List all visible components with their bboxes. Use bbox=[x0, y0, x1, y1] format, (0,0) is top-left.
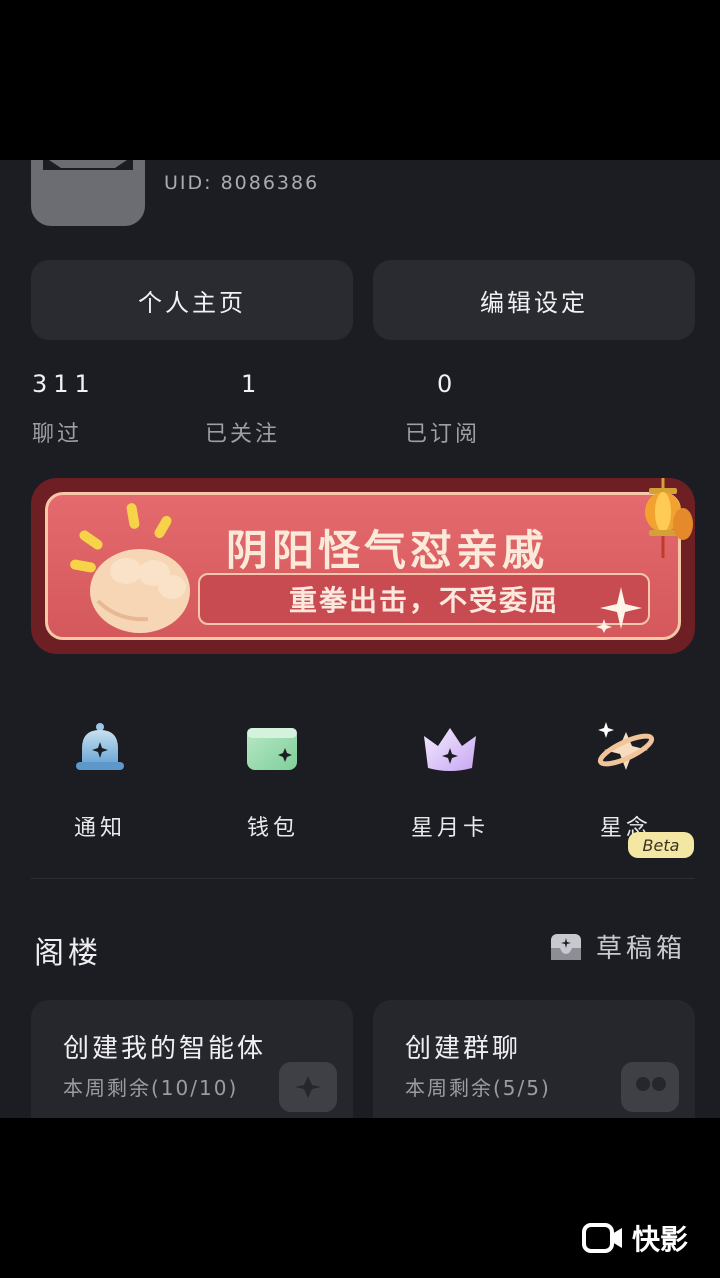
fist-icon bbox=[70, 503, 190, 633]
wallet-icon bbox=[247, 728, 297, 770]
banner-subtitle: 重拳出击，不受委屈 bbox=[288, 584, 559, 617]
notifications-label: 通知 bbox=[73, 816, 126, 841]
profile-screen: UID: 8086386 个人主页 编辑设定 311 聊过 1 已关注 0 已订… bbox=[0, 160, 720, 1118]
uid-text: UID: 8086386 bbox=[164, 172, 320, 194]
star-wish-entry[interactable]: 星念 bbox=[566, 720, 686, 842]
avatar[interactable] bbox=[31, 160, 145, 226]
section-divider bbox=[31, 878, 695, 879]
star-moon-card-entry[interactable]: 星月卡 bbox=[390, 720, 510, 842]
create-agent-title: 创建我的智能体 bbox=[63, 1034, 267, 1064]
drafts-label: 草稿箱 bbox=[596, 934, 687, 964]
promo-banner[interactable]: 阴阳怪气怼亲戚 重拳出击，不受委屈 bbox=[31, 478, 695, 654]
notifications-entry[interactable]: 通知 bbox=[40, 720, 160, 842]
create-group-chat-card[interactable]: 创建群聊 本周剩余(5/5) bbox=[373, 1000, 695, 1118]
create-agent-remaining: 本周剩余(10/10) bbox=[63, 1076, 239, 1100]
stat-subscribed-label: 已订阅 bbox=[405, 422, 481, 447]
crown-icon bbox=[424, 728, 476, 771]
top-letterbox bbox=[0, 0, 720, 160]
wallet-entry[interactable]: 钱包 bbox=[213, 720, 333, 842]
kuaiying-watermark: 快影 bbox=[582, 1218, 688, 1258]
beta-badge: Beta bbox=[628, 832, 694, 858]
stat-following[interactable]: 1 已关注 bbox=[205, 370, 280, 448]
create-group-chat-title: 创建群聊 bbox=[405, 1034, 522, 1064]
edit-settings-button[interactable]: 编辑设定 bbox=[373, 260, 695, 340]
star-moon-card-label: 星月卡 bbox=[410, 816, 489, 841]
watermark-label: 快影 bbox=[632, 1223, 689, 1256]
stat-chatted-value: 311 bbox=[32, 370, 96, 398]
wallet-label: 钱包 bbox=[246, 816, 299, 841]
promo-banner-panel: 阴阳怪气怼亲戚 重拳出击，不受委屈 bbox=[45, 492, 681, 640]
avatar-cat-ears bbox=[43, 160, 133, 170]
drafts-button[interactable]: 草稿箱 bbox=[550, 928, 686, 965]
stat-chatted-label: 聊过 bbox=[32, 422, 83, 447]
personal-homepage-button[interactable]: 个人主页 bbox=[31, 260, 353, 340]
attic-section-title: 阁楼 bbox=[34, 936, 102, 971]
create-agent-card[interactable]: 创建我的智能体 本周剩余(10/10) bbox=[31, 1000, 353, 1118]
stat-subscribed[interactable]: 0 已订阅 bbox=[405, 370, 480, 448]
stat-following-value: 1 bbox=[241, 370, 263, 398]
stat-chatted[interactable]: 311 聊过 bbox=[32, 370, 96, 448]
stat-subscribed-value: 0 bbox=[437, 370, 459, 398]
bell-icon bbox=[76, 723, 124, 770]
banner-title: 阴阳怪气怼亲戚 bbox=[226, 526, 549, 575]
video-camera-icon bbox=[582, 1223, 622, 1253]
sparkle-icon bbox=[596, 587, 642, 633]
inbox-icon bbox=[551, 933, 581, 960]
stat-following-label: 已关注 bbox=[205, 422, 281, 447]
group-chat-deco-icon bbox=[621, 1062, 679, 1112]
lantern-icon bbox=[645, 478, 693, 558]
banner-subtitle-box: 重拳出击，不受委屈 bbox=[198, 573, 650, 625]
create-group-chat-remaining: 本周剩余(5/5) bbox=[405, 1076, 551, 1100]
star-wish-icon bbox=[597, 722, 655, 770]
agent-deco-icon bbox=[279, 1062, 337, 1112]
